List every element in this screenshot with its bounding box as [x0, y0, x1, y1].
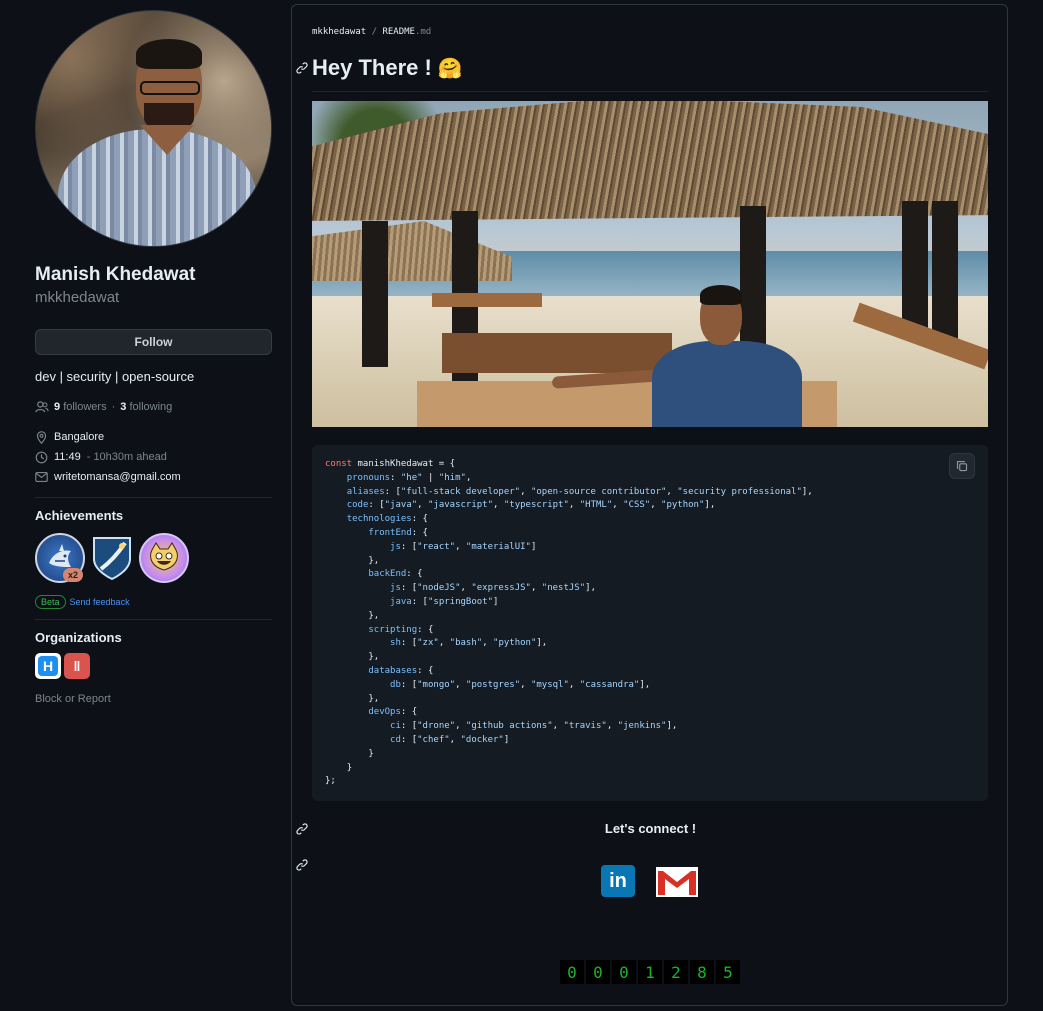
- location-icon: [36, 430, 47, 444]
- profile-details: Bangalore 11:49 - 10h30m ahead writetoma…: [35, 427, 272, 487]
- code-line: }: [346, 762, 353, 773]
- follow-button[interactable]: Follow: [35, 329, 272, 355]
- beta-label: Beta: [35, 595, 66, 609]
- code-line: js: ["nodeJS", "expressJS", "nestJS"],: [390, 583, 596, 594]
- code-line: sh: ["zx", "bash", "python"],: [390, 638, 548, 649]
- avatar[interactable]: [35, 10, 272, 247]
- code-line: backEnd: {: [368, 569, 423, 580]
- hugging-face-emoji: 🤗: [437, 57, 463, 80]
- counter-digit: 2: [664, 960, 688, 984]
- block-or-report-link[interactable]: Block or Report: [35, 693, 272, 705]
- organizations-title: Organizations: [35, 630, 122, 645]
- link-icon[interactable]: [296, 859, 308, 871]
- location-row: Bangalore: [35, 427, 272, 447]
- org-h-letter: H: [38, 656, 58, 676]
- code-line: scripting: {: [368, 624, 434, 635]
- org-red-glyph: ‖: [73, 658, 81, 674]
- clock-icon: [35, 451, 48, 463]
- stats-separator: ·: [111, 401, 116, 413]
- org-avatar-red[interactable]: ‖: [64, 653, 90, 679]
- followers-link[interactable]: 9 followers: [54, 401, 107, 413]
- counter-digit: 8: [690, 960, 714, 984]
- badge-count: x2: [63, 568, 84, 582]
- readme-breadcrumb: mkkhedawat / README.md: [312, 27, 432, 37]
- profile-login: mkkhedawat: [35, 289, 120, 306]
- readme-heading: Hey There ! 🤗: [312, 55, 463, 81]
- code-line: frontEnd: {: [368, 527, 428, 538]
- email-link[interactable]: writetomansa@gmail.com: [54, 471, 181, 483]
- send-feedback-link[interactable]: Send feedback: [70, 597, 130, 607]
- code-block: const manishKhedawat = { pronouns: "he" …: [312, 445, 988, 801]
- code-line: pronouns: "he" | "him",: [346, 472, 472, 483]
- profile-bio: dev | security | open-source: [35, 369, 195, 384]
- code-line: ci: ["drone", "github actions", "travis"…: [390, 721, 678, 732]
- organization-list: H ‖: [35, 653, 272, 679]
- link-icon[interactable]: [296, 62, 308, 74]
- counter-digit: 0: [560, 960, 584, 984]
- following-link[interactable]: 3 following: [120, 401, 172, 413]
- quickdraw-badge[interactable]: [139, 533, 189, 583]
- shield-star-icon: [93, 537, 131, 581]
- copy-icon: [956, 460, 968, 472]
- divider: [35, 619, 272, 620]
- people-icon: [35, 401, 49, 413]
- code-line: },: [368, 610, 380, 621]
- code-line: }: [368, 748, 374, 759]
- time-offset: - 10h30m ahead: [86, 451, 167, 463]
- visitor-counter: 0001285: [560, 960, 740, 984]
- follow-stats: 9 followers · 3 following: [35, 401, 272, 413]
- linkedin-label: in: [609, 869, 627, 892]
- mail-icon: [35, 471, 48, 483]
- code-line: code: ["java", "javascript", "typescript…: [346, 500, 716, 511]
- code-line: db: ["mongo", "postgres", "mysql", "cass…: [390, 679, 651, 690]
- code-line: },: [368, 555, 380, 566]
- email-row: writetomansa@gmail.com: [35, 467, 272, 487]
- gmail-logo: [656, 867, 698, 897]
- code-line: java: ["springBoot"]: [390, 596, 499, 607]
- code-line: cd: ["chef", "docker"]: [390, 734, 510, 745]
- heading-rule: [312, 91, 988, 92]
- achievement-badges: x2: [35, 533, 272, 583]
- heading-text: Hey There !: [312, 55, 432, 80]
- code-line: databases: {: [368, 665, 434, 676]
- cat-face-icon: [150, 542, 178, 571]
- starstruck-badge[interactable]: [89, 533, 135, 583]
- code-line: technologies: {: [346, 514, 428, 525]
- local-time: 11:49: [54, 451, 81, 463]
- local-time-row: 11:49 - 10h30m ahead: [35, 447, 272, 467]
- beta-feedback-row: Beta Send feedback: [35, 595, 272, 609]
- code-line: },: [368, 652, 380, 663]
- readme-panel: mkkhedawat / README.md Hey There ! 🤗 con…: [291, 4, 1008, 1006]
- profile-sidebar: Manish Khedawat mkkhedawat Follow dev | …: [35, 10, 272, 705]
- counter-digit: 5: [716, 960, 740, 984]
- gmail-icon[interactable]: [656, 867, 698, 897]
- divider: [35, 497, 272, 498]
- code-line: const manishKhedawat = {: [325, 459, 456, 469]
- code-line: devOps: {: [368, 707, 418, 718]
- code-line: js: ["react", "materialUI"]: [390, 541, 537, 552]
- code-line: aliases: ["full-stack developer", "open-…: [346, 486, 813, 497]
- counter-digit: 0: [586, 960, 610, 984]
- code-lines: const manishKhedawat = { pronouns: "he" …: [325, 458, 975, 789]
- org-avatar-h[interactable]: H: [35, 653, 61, 679]
- pull-shark-badge[interactable]: x2: [35, 533, 85, 583]
- copy-button[interactable]: [949, 453, 975, 479]
- readme-owner-link[interactable]: mkkhedawat: [312, 27, 366, 37]
- readme-file-name: README: [382, 27, 415, 37]
- linkedin-icon[interactable]: in: [601, 865, 635, 897]
- code-line: };: [325, 776, 336, 787]
- readme-photo[interactable]: [312, 101, 988, 427]
- profile-name: Manish Khedawat: [35, 264, 196, 285]
- counter-digit: 0: [612, 960, 636, 984]
- counter-digit: 1: [638, 960, 662, 984]
- connect-heading: Let's connect !: [604, 821, 697, 836]
- code-line: },: [368, 693, 380, 704]
- achievements-title[interactable]: Achievements: [35, 508, 272, 523]
- location-text: Bangalore: [54, 431, 105, 443]
